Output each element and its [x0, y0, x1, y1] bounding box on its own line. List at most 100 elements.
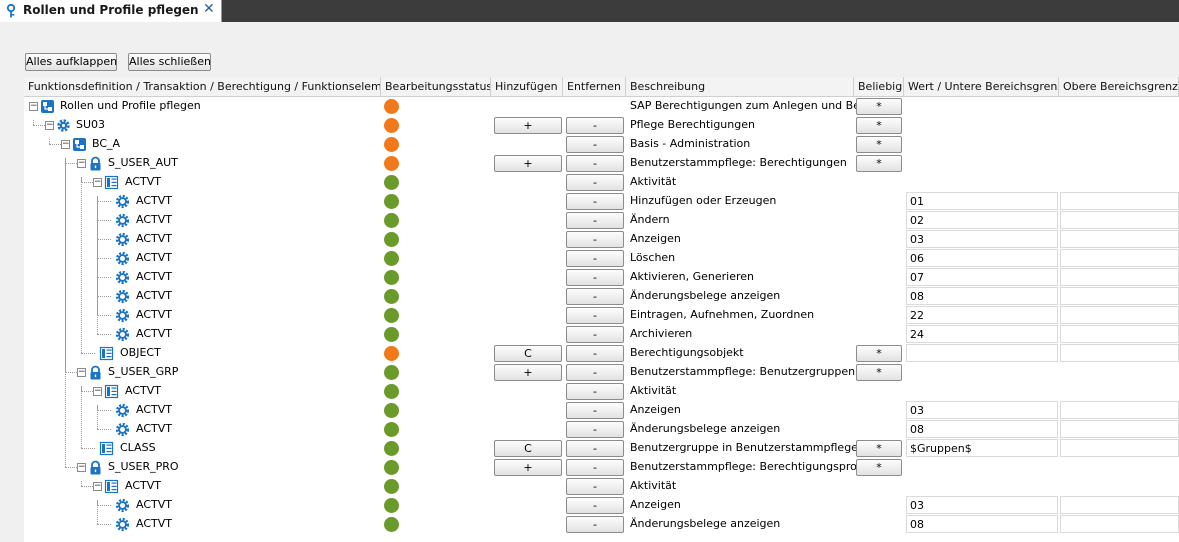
remove-button[interactable]: -	[566, 459, 624, 476]
remove-button[interactable]: -	[566, 364, 624, 381]
remove-button[interactable]: -	[566, 383, 624, 400]
any-value-button[interactable]: *	[856, 155, 902, 172]
close-icon[interactable]: ✕	[203, 1, 215, 17]
tree-node-label[interactable]: ACTVT	[136, 327, 172, 340]
remove-button[interactable]: -	[566, 231, 624, 248]
upper-bound-field[interactable]	[1060, 325, 1179, 343]
lower-bound-field[interactable]: 03	[906, 496, 1058, 514]
tree-node-label[interactable]: SU03	[76, 118, 105, 131]
remove-button[interactable]: -	[566, 288, 624, 305]
lower-bound-field[interactable]: 08	[906, 287, 1058, 305]
tree-node-label[interactable]: ACTVT	[125, 479, 161, 492]
tree-expander[interactable]: −	[77, 159, 86, 168]
upper-bound-field[interactable]	[1060, 420, 1179, 438]
lower-bound-field[interactable]: 01	[906, 192, 1058, 210]
tree-node-label[interactable]: S_USER_GRP	[108, 365, 178, 378]
lower-bound-field[interactable]: 02	[906, 211, 1058, 229]
column-header-any[interactable]: Beliebig	[854, 77, 904, 97]
remove-button[interactable]: -	[566, 497, 624, 514]
add-button[interactable]: +	[494, 117, 562, 134]
column-header-function[interactable]: Funktionsdefinition / Transaktion / Bere…	[24, 77, 381, 97]
any-value-button[interactable]: *	[856, 117, 902, 134]
tree-expander[interactable]: −	[45, 121, 54, 130]
collapse-all-button[interactable]: Alles schließen	[128, 53, 211, 71]
any-value-button[interactable]: *	[856, 98, 902, 115]
lower-bound-field[interactable]: 08	[906, 515, 1058, 533]
tree-node-label[interactable]: OBJECT	[120, 346, 161, 359]
lower-bound-field[interactable]: 03	[906, 401, 1058, 419]
upper-bound-field[interactable]	[1060, 192, 1179, 210]
remove-button[interactable]: -	[566, 212, 624, 229]
upper-bound-field[interactable]	[1060, 515, 1179, 533]
tree-node-label[interactable]: ACTVT	[136, 251, 172, 264]
tree-node-label[interactable]: ACTVT	[125, 384, 161, 397]
any-value-button[interactable]: *	[856, 345, 902, 362]
table-row[interactable]: − SU03 + - Pflege Berechtigungen *	[24, 116, 1179, 135]
table-row[interactable]: ACTVT - Hinzufügen oder Erzeugen 01	[24, 192, 1179, 211]
upper-bound-field[interactable]	[1060, 496, 1179, 514]
remove-button[interactable]: -	[566, 440, 624, 457]
remove-button[interactable]: -	[566, 402, 624, 419]
tree-expander[interactable]: −	[77, 368, 86, 377]
table-row[interactable]: − ACTVT - Aktivität	[24, 477, 1179, 496]
table-row[interactable]: ACTVT - Änderungsbelege anzeigen 08	[24, 405, 1179, 439]
remove-button[interactable]: -	[566, 307, 624, 324]
lower-bound-field[interactable]: 24	[906, 325, 1058, 343]
remove-button[interactable]: -	[566, 193, 624, 210]
upper-bound-field[interactable]	[1060, 249, 1179, 267]
table-row[interactable]: ACTVT - Archivieren 24	[24, 196, 1179, 344]
tree-node-label[interactable]: ACTVT	[136, 517, 172, 530]
any-value-button[interactable]: *	[856, 459, 902, 476]
tree-node-label[interactable]: CLASS	[120, 441, 156, 454]
remove-button[interactable]: -	[566, 478, 624, 495]
tree-node-label[interactable]: S_USER_PRO	[108, 460, 179, 473]
upper-bound-field[interactable]	[1060, 230, 1179, 248]
column-header-remove[interactable]: Entfernen	[563, 77, 626, 97]
column-header-add[interactable]: Hinzufügen	[491, 77, 563, 97]
lower-bound-field[interactable]: 08	[906, 420, 1058, 438]
remove-button[interactable]: -	[566, 345, 624, 362]
table-row[interactable]: OBJECT C - Berechtigungsobjekt *	[24, 177, 1179, 363]
tree-node-label[interactable]: BC_A	[92, 137, 120, 150]
any-value-button[interactable]: *	[856, 364, 902, 381]
remove-button[interactable]: -	[566, 516, 624, 533]
add-button[interactable]: +	[494, 155, 562, 172]
column-header-description[interactable]: Beschreibung	[626, 77, 854, 97]
tree-expander[interactable]: −	[61, 140, 70, 149]
table-row[interactable]: ACTVT - Anzeigen 03	[24, 496, 1179, 515]
upper-bound-field[interactable]	[1060, 401, 1179, 419]
table-row[interactable]: − ACTVT - Aktivität	[24, 382, 1179, 401]
table-row[interactable]: ACTVT - Aktivieren, Generieren 07	[24, 196, 1179, 287]
remove-button[interactable]: -	[566, 117, 624, 134]
table-row[interactable]: ACTVT - Ändern 02	[24, 196, 1179, 230]
tree-expander[interactable]: −	[93, 178, 102, 187]
upper-bound-field[interactable]	[1060, 268, 1179, 286]
tree-node-label[interactable]: ACTVT	[136, 213, 172, 226]
remove-button[interactable]: -	[566, 269, 624, 286]
tab-rollen-und-profile[interactable]: Rollen und Profile pflegen ✕	[0, 0, 222, 22]
table-row[interactable]: − S_USER_AUT + - Benutzerstammpflege: Berech…	[24, 154, 1179, 173]
lower-bound-field[interactable]: $Gruppen$	[906, 439, 1058, 457]
upper-bound-field[interactable]	[1060, 306, 1179, 324]
table-row[interactable]: ACTVT - Anzeigen 03	[24, 196, 1179, 249]
upper-bound-field[interactable]	[1060, 344, 1179, 362]
tree-node-label[interactable]: Rollen und Profile pflegen	[60, 99, 201, 112]
lower-bound-field[interactable]: 07	[906, 268, 1058, 286]
table-row[interactable]: ACTVT - Anzeigen 03	[24, 401, 1179, 420]
remove-button[interactable]: -	[566, 155, 624, 172]
tree-expander[interactable]: −	[29, 102, 38, 111]
add-button[interactable]: C	[494, 440, 562, 457]
table-row[interactable]: ACTVT - Löschen 06	[24, 196, 1179, 268]
remove-button[interactable]: -	[566, 326, 624, 343]
upper-bound-field[interactable]	[1060, 439, 1179, 457]
table-row[interactable]: CLASS C - Benutzergruppe in Benutzerstammpf…	[24, 386, 1179, 458]
upper-bound-field[interactable]	[1060, 211, 1179, 229]
upper-bound-field[interactable]	[1060, 287, 1179, 305]
remove-button[interactable]: -	[566, 250, 624, 267]
tree-expander[interactable]: −	[77, 463, 86, 472]
remove-button[interactable]: -	[566, 136, 624, 153]
column-header-lower-bound[interactable]: Wert / Untere Bereichsgrenze	[904, 77, 1059, 97]
table-row[interactable]: − BC_A - Basis - Administration *	[24, 135, 1179, 154]
tree-node-label[interactable]: ACTVT	[136, 289, 172, 302]
column-header-upper-bound[interactable]: Obere Bereichsgrenze	[1059, 77, 1179, 97]
